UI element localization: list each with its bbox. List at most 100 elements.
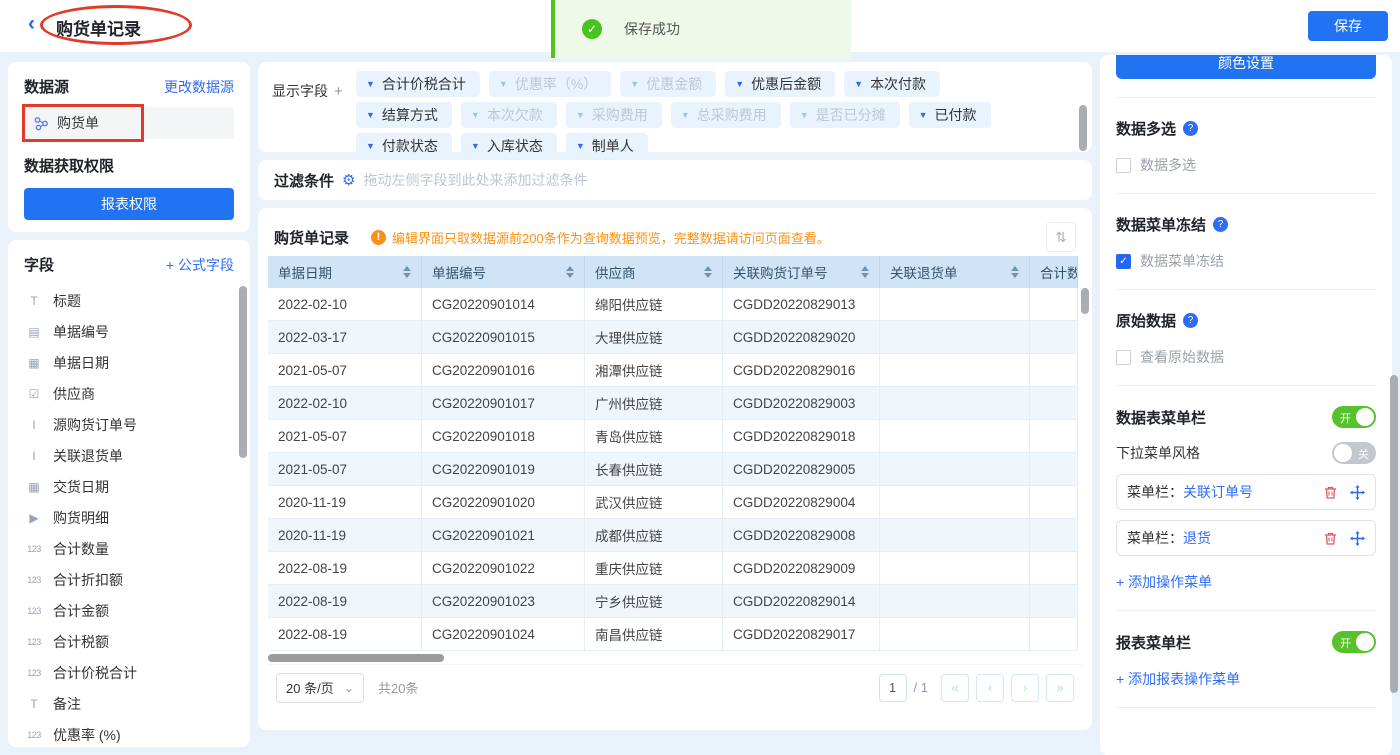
add-action-menu-link[interactable]: + 添加操作菜单 <box>1116 572 1376 592</box>
divider <box>1116 610 1376 611</box>
report-menubar-toggle[interactable]: 开 <box>1332 631 1376 653</box>
save-button[interactable]: 保存 <box>1308 11 1388 41</box>
datasource-item[interactable]: 购货单 <box>24 107 234 139</box>
column-header[interactable]: 供应商 <box>585 256 723 288</box>
caret-down-icon: ▼ <box>366 110 375 120</box>
table-row[interactable]: 2020-11-19CG20220901021成都供应链CGDD20220829… <box>268 519 1078 552</box>
table-row[interactable]: 2022-03-17CG20220901015大理供应链CGDD20220829… <box>268 321 1078 354</box>
gear-icon[interactable]: ⚙ <box>342 171 355 189</box>
display-fields-scrollbar[interactable] <box>1079 105 1087 151</box>
horizontal-scrollbar[interactable] <box>268 654 1078 662</box>
field-item[interactable]: 123合计价税合计 <box>24 657 234 688</box>
dropdown-style-toggle[interactable]: 关 <box>1332 442 1376 464</box>
field-item[interactable]: T备注 <box>24 688 234 719</box>
add-formula-field-link[interactable]: + 公式字段 <box>166 255 234 275</box>
column-header[interactable]: 合计数量 <box>1030 256 1078 288</box>
menu-freeze-checkbox[interactable]: ✓ <box>1116 254 1131 269</box>
table-cell: CGDD20220829003 <box>723 387 880 420</box>
help-icon[interactable]: ? <box>1213 217 1228 232</box>
table-row[interactable]: 2022-08-19CG20220901022重庆供应链CGDD20220829… <box>268 552 1078 585</box>
sort-icon[interactable] <box>1011 266 1019 278</box>
field-item[interactable]: ☑供应商 <box>24 378 234 409</box>
display-field-chip[interactable]: ▼优惠金额 <box>620 71 716 97</box>
table-row[interactable]: 2021-05-07CG20220901018青岛供应链CGDD20220829… <box>268 420 1078 453</box>
table-row[interactable]: 2022-08-19CG20220901023宁乡供应链CGDD20220829… <box>268 585 1078 618</box>
field-item[interactable]: I源购货订单号 <box>24 409 234 440</box>
report-permission-button[interactable]: 报表权限 <box>24 188 234 220</box>
table-menubar-toggle[interactable]: 开 <box>1332 406 1376 428</box>
field-item[interactable]: ▶购货明细 <box>24 502 234 533</box>
sort-icon[interactable] <box>704 266 712 278</box>
first-page-button[interactable]: « <box>941 674 969 702</box>
column-header[interactable]: 关联购货订单号 <box>723 256 880 288</box>
change-datasource-link[interactable]: 更改数据源 <box>164 77 234 97</box>
display-field-chip[interactable]: ▼优惠后金额 <box>725 71 835 97</box>
table-row[interactable]: 2021-05-07CG20220901019长春供应链CGDD20220829… <box>268 453 1078 486</box>
add-display-field-icon[interactable]: + <box>334 83 343 100</box>
table-row[interactable]: 2022-02-10CG20220901014绵阳供应链CGDD20220829… <box>268 288 1078 321</box>
raw-data-checkbox[interactable] <box>1116 350 1131 365</box>
display-field-chip[interactable]: ▼总采购费用 <box>671 102 781 128</box>
move-icon[interactable] <box>1350 531 1365 546</box>
display-field-chip[interactable]: ▼是否已分摊 <box>790 102 900 128</box>
fields-scrollbar[interactable] <box>239 286 247 458</box>
last-page-button[interactable]: » <box>1046 674 1074 702</box>
menu-item-box[interactable]: 菜单栏：关联订单号 <box>1116 474 1376 510</box>
display-field-chip[interactable]: ▼制单人 <box>566 133 648 159</box>
display-field-chip[interactable]: ▼合计价税合计 <box>356 71 480 97</box>
field-item[interactable]: 123合计折扣额 <box>24 564 234 595</box>
sort-icon[interactable] <box>403 266 411 278</box>
chip-label: 总采购费用 <box>697 105 767 125</box>
field-item[interactable]: ▦单据日期 <box>24 347 234 378</box>
column-header-label: 关联退货单 <box>890 262 958 282</box>
field-item[interactable]: T标题 <box>24 285 234 316</box>
menu-item-value[interactable]: 关联订单号 <box>1183 482 1253 502</box>
table-cell: 2020-11-19 <box>268 519 422 552</box>
page-size-select[interactable]: 20 条/页 ⌄ <box>276 673 364 703</box>
trash-icon[interactable] <box>1323 485 1338 500</box>
field-item[interactable]: 123合计税额 <box>24 626 234 657</box>
table-vertical-scrollbar[interactable] <box>1081 288 1089 314</box>
field-item[interactable]: 123优惠率 (%) <box>24 719 234 747</box>
help-icon[interactable]: ? <box>1183 313 1198 328</box>
color-settings-button[interactable]: 颜色设置 <box>1116 55 1376 79</box>
table-row[interactable]: 2022-02-10CG20220901017广州供应链CGDD20220829… <box>268 387 1078 420</box>
field-item[interactable]: I关联退货单 <box>24 440 234 471</box>
back-icon[interactable]: ‹ <box>28 12 35 36</box>
table-row[interactable]: 2022-08-19CG20220901024南昌供应链CGDD20220829… <box>268 618 1078 651</box>
horizontal-scrollbar-thumb[interactable] <box>268 654 444 662</box>
multi-select-checkbox[interactable] <box>1116 158 1131 173</box>
sort-order-button[interactable]: ⇅ <box>1046 222 1076 252</box>
page-number-input[interactable] <box>879 674 907 702</box>
next-page-button[interactable]: › <box>1011 674 1039 702</box>
column-header[interactable]: 单据日期 <box>268 256 422 288</box>
table-cell <box>880 552 1030 585</box>
display-field-chip[interactable]: ▼本次付款 <box>844 71 940 97</box>
move-icon[interactable] <box>1350 485 1365 500</box>
display-field-chip[interactable]: ▼本次欠款 <box>461 102 557 128</box>
display-field-chip[interactable]: ▼优惠率（%） <box>489 71 611 97</box>
column-header[interactable]: 单据编号 <box>422 256 585 288</box>
menu-item-box[interactable]: 菜单栏：退货 <box>1116 520 1376 556</box>
sort-icon[interactable] <box>861 266 869 278</box>
trash-icon[interactable] <box>1323 531 1338 546</box>
help-icon[interactable]: ? <box>1183 121 1198 136</box>
number-field-icon: 123 <box>24 637 44 647</box>
display-field-chip[interactable]: ▼已付款 <box>909 102 991 128</box>
display-field-chip[interactable]: ▼结算方式 <box>356 102 452 128</box>
field-item[interactable]: ▤单据编号 <box>24 316 234 347</box>
settings-scrollbar[interactable] <box>1390 375 1398 693</box>
add-report-action-menu-link[interactable]: + 添加报表操作菜单 <box>1116 669 1376 689</box>
sort-icon[interactable] <box>566 266 574 278</box>
field-item[interactable]: 123合计数量 <box>24 533 234 564</box>
table-row[interactable]: 2021-05-07CG20220901016湘潭供应链CGDD20220829… <box>268 354 1078 387</box>
prev-page-button[interactable]: ‹ <box>976 674 1004 702</box>
menu-item-value[interactable]: 退货 <box>1183 528 1211 548</box>
display-field-chip[interactable]: ▼付款状态 <box>356 133 452 159</box>
field-item[interactable]: 123合计金额 <box>24 595 234 626</box>
display-field-chip[interactable]: ▼入库状态 <box>461 133 557 159</box>
column-header[interactable]: 关联退货单 <box>880 256 1030 288</box>
display-field-chip[interactable]: ▼采购费用 <box>566 102 662 128</box>
table-row[interactable]: 2020-11-19CG20220901020武汉供应链CGDD20220829… <box>268 486 1078 519</box>
field-item[interactable]: ▦交货日期 <box>24 471 234 502</box>
